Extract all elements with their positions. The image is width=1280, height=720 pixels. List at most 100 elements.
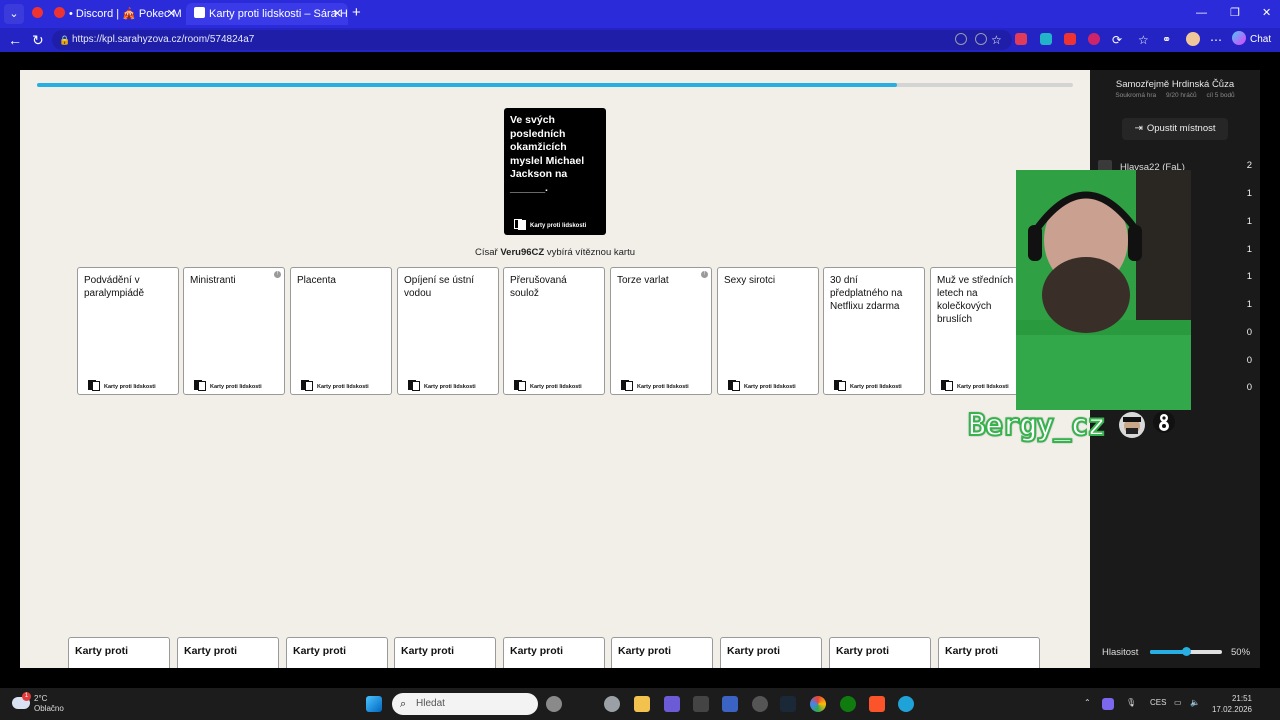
tab-karty[interactable]: Karty proti lidskosti – Sára Hýžová ✕	[186, 3, 348, 25]
white-answer-card[interactable]: Ministranti! Karty proti lidskosti	[183, 267, 285, 395]
copilot-chat-button[interactable]: Chat	[1232, 31, 1271, 49]
tracking-icon[interactable]	[975, 33, 987, 45]
hand-card[interactable]: Karty proti	[503, 637, 605, 668]
player-score: 0	[1246, 382, 1252, 393]
webcam-overlay	[1016, 170, 1191, 410]
app-icon[interactable]	[664, 696, 680, 712]
browser-tab-bar: ⌄ • Discord | 🎪 Pokec METKI 🔳 ✕ Karty pr…	[0, 0, 1280, 28]
white-answer-card[interactable]: Opíjení se ústní vodou Karty proti lidsko…	[397, 267, 499, 395]
new-tab-plus-icon[interactable]: +	[352, 3, 361, 23]
player-score: 2	[1246, 160, 1252, 171]
obs-icon[interactable]	[752, 696, 768, 712]
chat-label: Chat	[1250, 34, 1272, 45]
white-card-brand: Karty proti lidskosti	[728, 380, 796, 391]
cards-logo-icon	[194, 380, 208, 391]
volume-label: Hlasitost	[1102, 647, 1139, 658]
favorite-star-icon[interactable]: ☆	[991, 30, 1002, 50]
cards-logo-icon	[88, 380, 102, 391]
bear-logo-icon	[1153, 411, 1175, 433]
back-arrow-icon[interactable]: ←	[8, 30, 22, 50]
taskbar-search[interactable]: ⌕ Hledat	[392, 693, 538, 715]
leave-room-button[interactable]: ⇥ Opustit místnost	[1122, 118, 1228, 140]
collections-icon[interactable]: ⚭	[1162, 30, 1171, 50]
clock[interactable]: 21:51 17.02.2026	[1210, 693, 1252, 715]
cards-logo-icon	[301, 380, 315, 391]
steam-icon[interactable]	[780, 696, 796, 712]
czar-name: Veru96CZ	[500, 247, 545, 258]
zoom-icon[interactable]	[955, 33, 967, 45]
start-windows-icon[interactable]	[366, 696, 382, 712]
report-icon[interactable]: !	[701, 271, 708, 278]
settings-gear-icon[interactable]	[546, 696, 562, 712]
white-card-text: Podvádění v paralympiádě	[84, 275, 145, 299]
white-card-brand: Karty proti lidskosti	[194, 380, 262, 391]
white-card-text: Ministranti	[190, 275, 236, 286]
round-timer-bar	[37, 83, 1073, 87]
app-icon[interactable]	[693, 696, 709, 712]
white-answer-card[interactable]: 30 dní předplatného na Netflixu zdarma Ka…	[823, 267, 925, 395]
tab-close-icon[interactable]: ✕	[167, 3, 176, 25]
white-card-brand: Karty proti lidskosti	[88, 380, 156, 391]
tray-app-icon[interactable]	[1102, 698, 1114, 710]
extension-icon[interactable]	[1015, 33, 1027, 45]
white-card-text: Muž ve středních letech na kolečkových b…	[937, 275, 1014, 325]
extension-icon[interactable]	[1040, 33, 1052, 45]
app-icon[interactable]	[604, 696, 620, 712]
favorites-icon[interactable]: ☆	[1138, 30, 1149, 50]
tab-discord[interactable]: • Discord | 🎪 Pokec METKI 🔳 ✕	[46, 3, 182, 25]
hand-card[interactable]: Karty proti	[286, 637, 388, 668]
extensions-puzzle-icon[interactable]: ⟳	[1112, 30, 1122, 50]
profile-avatar[interactable]	[1186, 32, 1200, 46]
tab-close-icon[interactable]: ✕	[333, 3, 342, 25]
white-answer-card[interactable]: Podvádění v paralympiádě Karty proti lids…	[77, 267, 179, 395]
tab-actions-chevron-icon[interactable]: ⌄	[4, 4, 24, 24]
white-card-text: Torze varlat	[617, 275, 669, 286]
record-icon	[54, 7, 65, 18]
player-score: 1	[1246, 299, 1252, 310]
reload-icon[interactable]: ↻	[32, 30, 44, 50]
chrome-icon[interactable]	[810, 696, 826, 712]
report-icon[interactable]: !	[274, 271, 281, 278]
player-score: 1	[1246, 244, 1252, 255]
hand-card[interactable]: Karty proti	[938, 637, 1040, 668]
cards-logo-icon	[514, 380, 528, 391]
white-card-brand: Karty proti lidskosti	[408, 380, 476, 391]
white-answer-card[interactable]: Přerušovaná soulož Karty proti lidskosti	[503, 267, 605, 395]
minimize-icon[interactable]: —	[1196, 3, 1207, 23]
volume-slider-fill	[1150, 650, 1186, 654]
brave-icon[interactable]	[869, 696, 885, 712]
hand-card[interactable]: Karty proti	[829, 637, 931, 668]
extension-icon[interactable]	[1088, 33, 1100, 45]
language-indicator[interactable]: CES	[1150, 698, 1166, 707]
file-explorer-icon[interactable]	[634, 696, 650, 712]
close-window-icon[interactable]: ✕	[1262, 3, 1271, 23]
extension-icon[interactable]	[1064, 33, 1076, 45]
save-app-icon[interactable]	[722, 696, 738, 712]
network-icon[interactable]: ▭	[1174, 698, 1182, 707]
microphone-icon[interactable]: 🎙	[1126, 698, 1136, 707]
cards-logo-icon	[621, 380, 635, 391]
edge-icon[interactable]	[898, 696, 914, 712]
notification-badge: 1	[22, 692, 31, 701]
more-menu-icon[interactable]: ⋯	[1210, 30, 1222, 50]
white-answer-card[interactable]: Torze varlat! Karty proti lidskosti	[610, 267, 712, 395]
xbox-icon[interactable]	[840, 696, 856, 712]
volume-slider-handle[interactable]	[1181, 647, 1191, 656]
streamer-name-overlay: Bergy_cz	[967, 407, 1106, 444]
hand-card[interactable]: Karty proti	[177, 637, 279, 668]
tray-chevron-icon[interactable]: ⌃	[1084, 698, 1091, 707]
webcam-video	[1016, 170, 1191, 410]
hand-card[interactable]: Karty proti	[720, 637, 822, 668]
game-area: Ve svých posledních okamžicích myslel Mi…	[20, 70, 1090, 668]
tab-pinned[interactable]	[30, 3, 46, 25]
address-field[interactable]: 🔒 https://kpl.sarahyzova.cz/room/574824a…	[52, 30, 1012, 50]
hand-card[interactable]: Karty proti	[68, 637, 170, 668]
volume-tray-icon[interactable]: 🔈	[1190, 698, 1200, 707]
restore-icon[interactable]: ❐	[1230, 3, 1240, 23]
white-card-text: Sexy sirotci	[724, 275, 776, 286]
player-score: 1	[1246, 188, 1252, 199]
white-answer-card[interactable]: Sexy sirotci Karty proti lidskosti	[717, 267, 819, 395]
hand-card[interactable]: Karty proti	[394, 637, 496, 668]
white-answer-card[interactable]: Placenta Karty proti lidskosti	[290, 267, 392, 395]
hand-card[interactable]: Karty proti	[611, 637, 713, 668]
